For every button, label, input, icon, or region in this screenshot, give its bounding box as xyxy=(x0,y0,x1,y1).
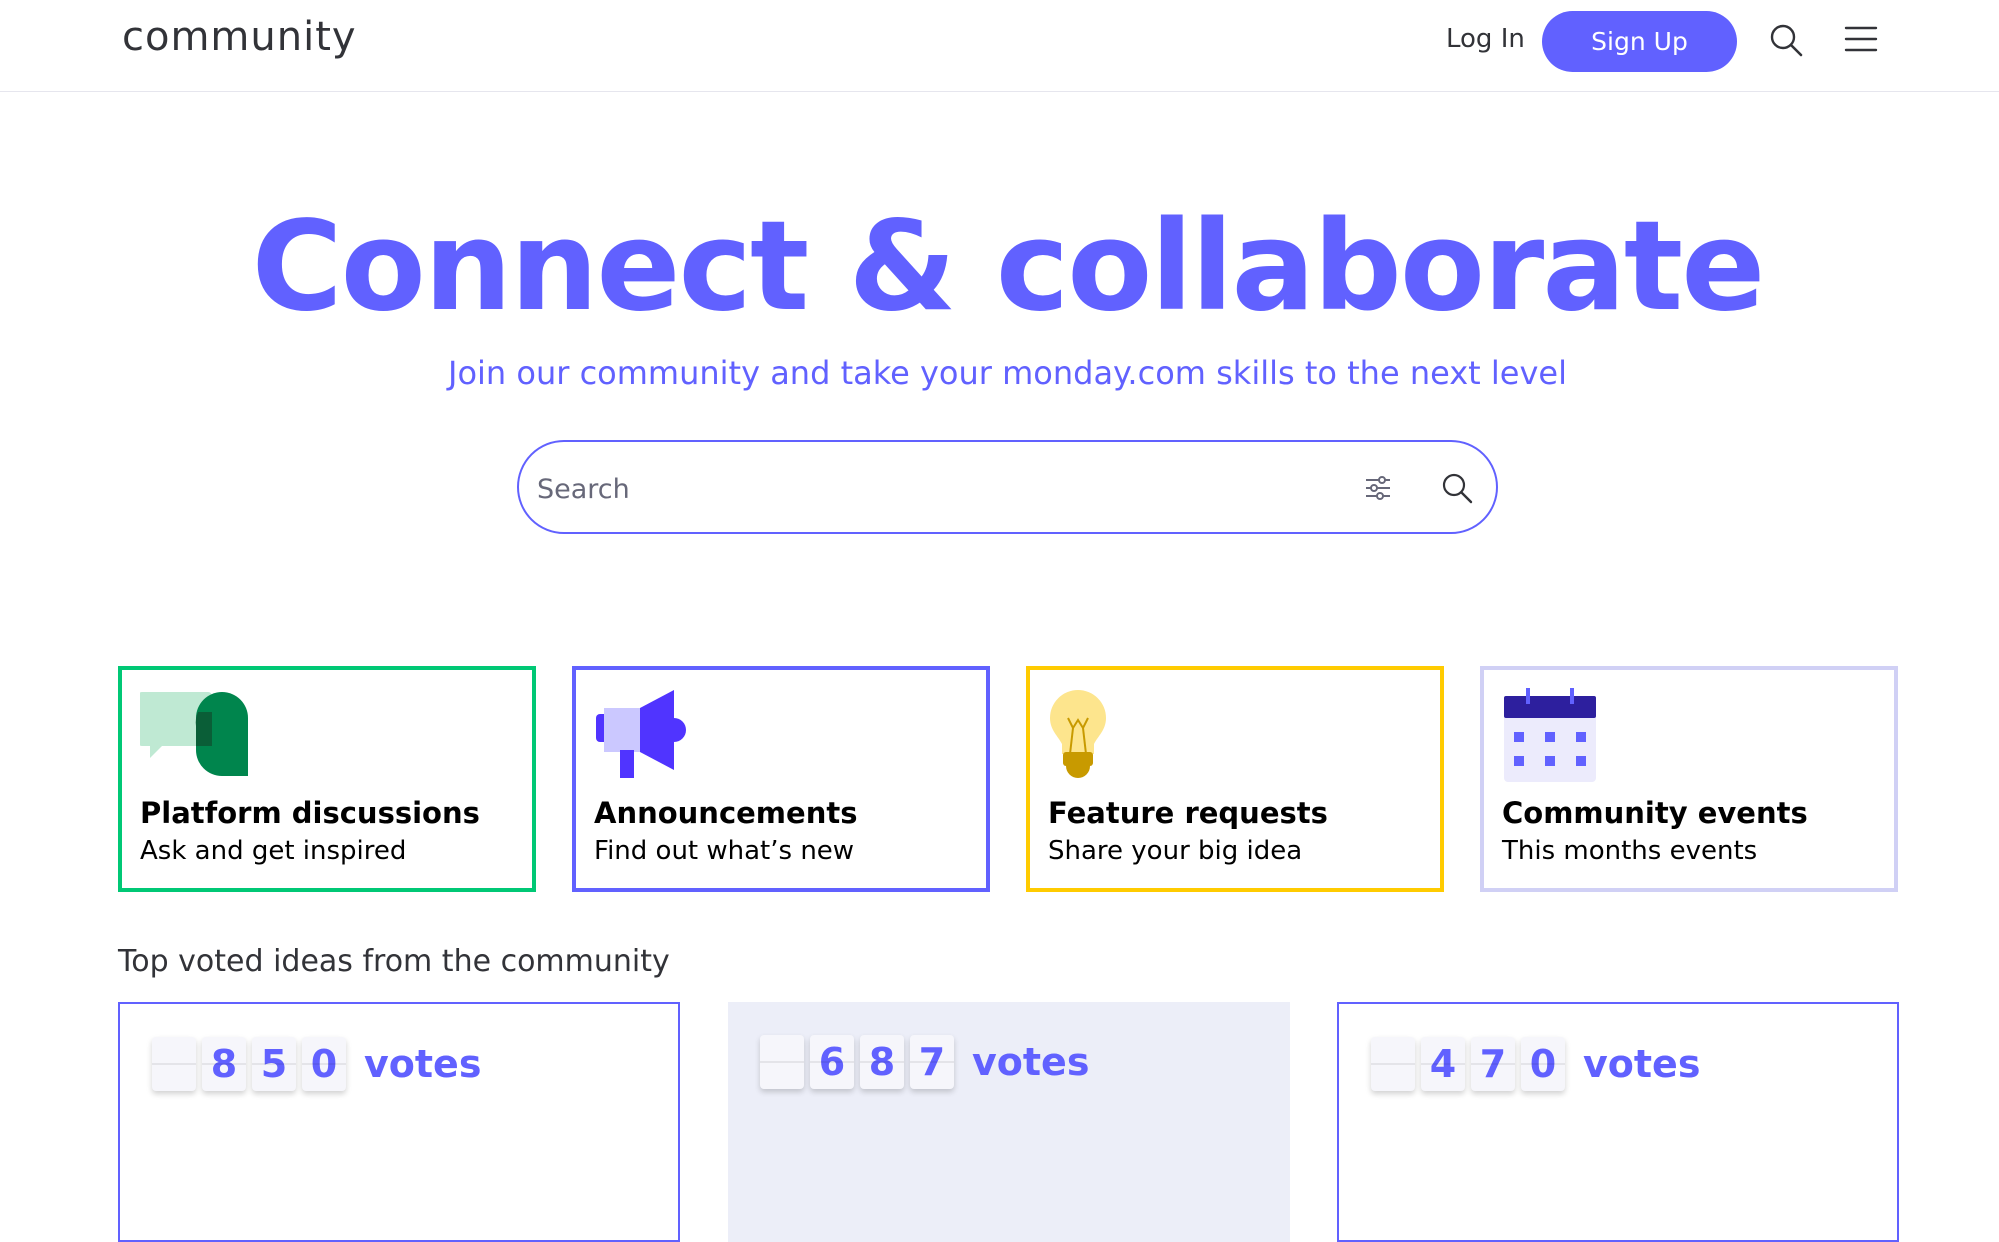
category-title: Feature requests xyxy=(1048,796,1328,830)
idea-card[interactable]: 6 8 7 votes xyxy=(728,1002,1290,1242)
vote-counter: 4 7 0 votes xyxy=(1371,1036,1700,1092)
vote-digit: 0 xyxy=(302,1037,346,1091)
category-card-platform-discussions[interactable]: Platform discussions Ask and get inspire… xyxy=(118,666,536,892)
vote-digit: 0 xyxy=(1521,1037,1565,1091)
vote-digit: 5 xyxy=(252,1037,296,1091)
vote-digit: 8 xyxy=(202,1037,246,1091)
category-subtitle: This months events xyxy=(1502,836,1758,866)
category-card-announcements[interactable]: Announcements Find out what’s new xyxy=(572,666,990,892)
category-title: Announcements xyxy=(594,796,858,830)
community-logo[interactable]: community xyxy=(122,14,357,60)
vote-digit xyxy=(152,1037,196,1091)
category-title: Community events xyxy=(1502,796,1808,830)
vote-digit xyxy=(760,1035,804,1089)
megaphone-icon xyxy=(596,690,686,778)
idea-card[interactable]: 8 5 0 votes xyxy=(118,1002,680,1242)
vote-digit: 4 xyxy=(1421,1037,1465,1091)
hamburger-menu-icon[interactable] xyxy=(1844,24,1878,54)
login-link[interactable]: Log In xyxy=(1446,24,1525,54)
category-title: Platform discussions xyxy=(140,796,480,830)
idea-card[interactable]: 4 7 0 votes xyxy=(1337,1002,1899,1242)
vote-digit: 7 xyxy=(1471,1037,1515,1091)
category-subtitle: Share your big idea xyxy=(1048,836,1303,866)
category-subtitle: Ask and get inspired xyxy=(140,836,407,866)
votes-label: votes xyxy=(972,1040,1090,1084)
votes-label: votes xyxy=(364,1042,482,1086)
vote-counter: 6 8 7 votes xyxy=(760,1034,1089,1090)
top-header: community Log In Sign Up xyxy=(0,0,1999,92)
category-subtitle: Find out what’s new xyxy=(594,836,855,866)
search-bar xyxy=(517,440,1498,534)
search-submit-icon[interactable] xyxy=(1440,471,1474,505)
signup-button[interactable]: Sign Up xyxy=(1542,11,1737,72)
search-icon[interactable] xyxy=(1768,22,1804,58)
search-input[interactable] xyxy=(535,460,1319,518)
filter-sliders-icon[interactable] xyxy=(1362,472,1394,504)
vote-counter: 8 5 0 votes xyxy=(152,1036,481,1092)
vote-digit xyxy=(1371,1037,1415,1091)
lightbulb-icon xyxy=(1050,690,1106,778)
top-ideas-heading: Top voted ideas from the community xyxy=(118,944,670,979)
hero-subtitle: Join our community and take your monday.… xyxy=(448,354,1567,392)
hero-title: Connect & collaborate xyxy=(251,195,1766,339)
calendar-icon xyxy=(1504,688,1596,782)
vote-digit: 8 xyxy=(860,1035,904,1089)
votes-label: votes xyxy=(1583,1042,1701,1086)
category-card-community-events[interactable]: Community events This months events xyxy=(1480,666,1898,892)
category-card-feature-requests[interactable]: Feature requests Share your big idea xyxy=(1026,666,1444,892)
vote-digit: 7 xyxy=(910,1035,954,1089)
chat-bubbles-icon xyxy=(140,692,248,776)
vote-digit: 6 xyxy=(810,1035,854,1089)
